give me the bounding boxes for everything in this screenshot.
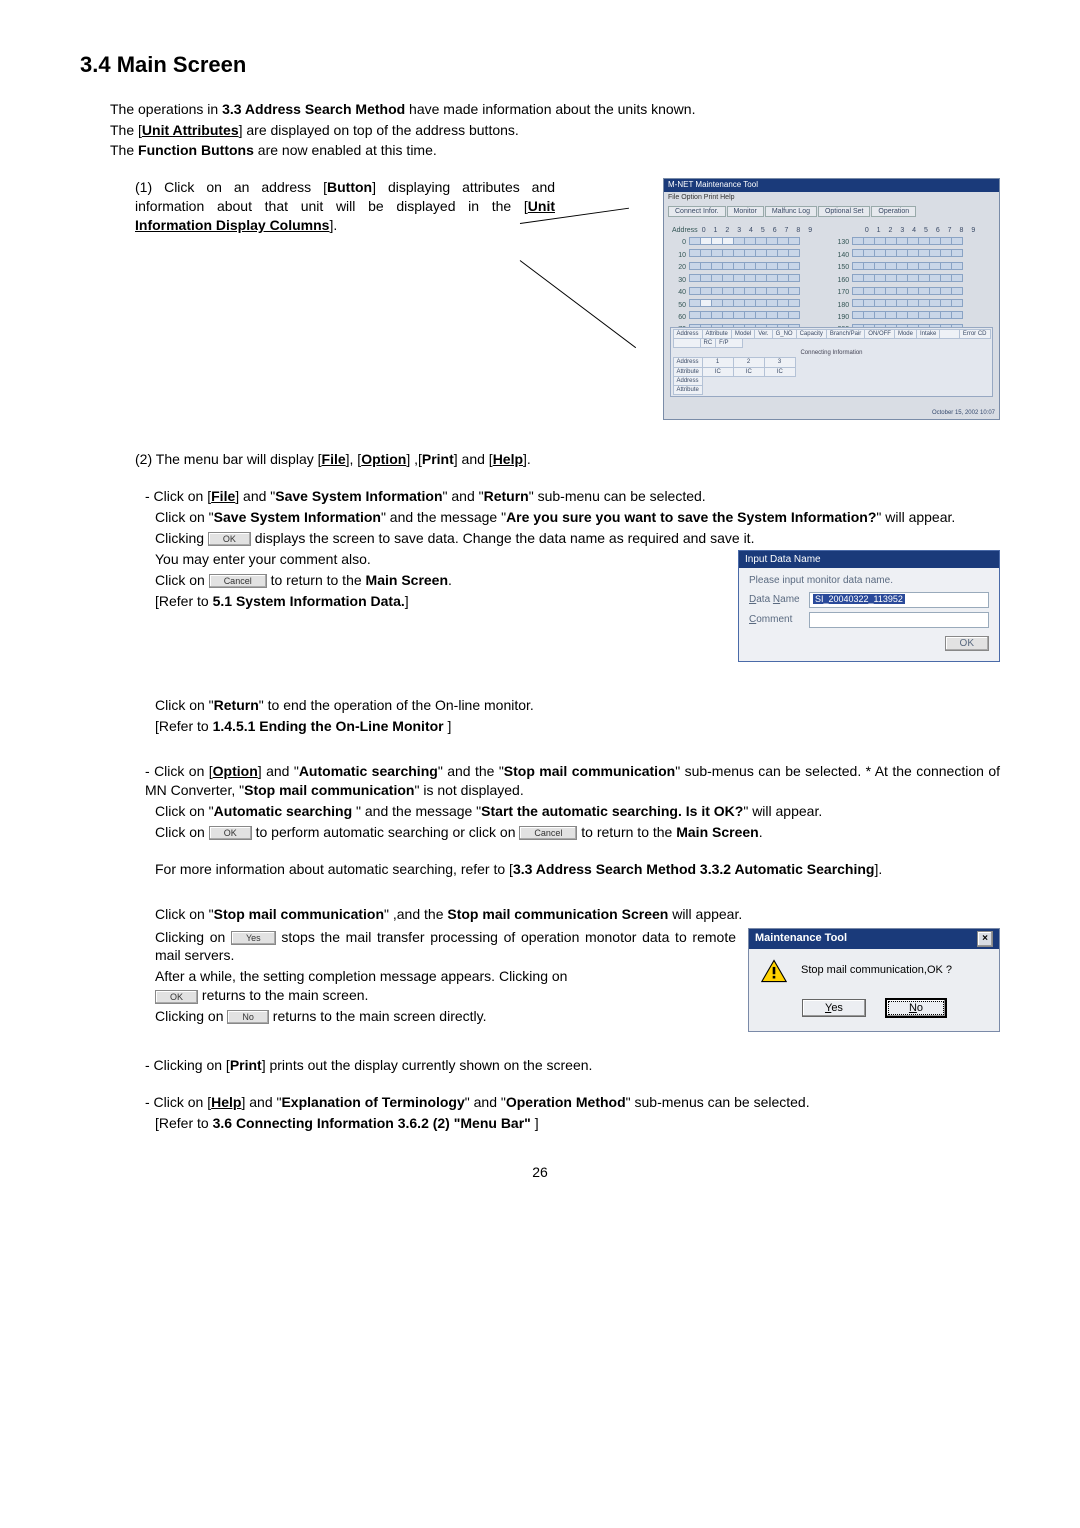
no-button-inline[interactable]: No <box>227 1010 269 1024</box>
app-menubar: File Option Print Help <box>664 192 999 203</box>
input-data-name-dialog: Input Data Name Please input monitor dat… <box>738 550 1000 663</box>
page-heading: 3.4 Main Screen <box>80 50 1000 80</box>
tab-optional[interactable]: Optional Set <box>818 206 871 217</box>
item-1: (1) Click on an address [Button] display… <box>135 178 555 235</box>
no-button[interactable]: No <box>886 999 946 1018</box>
comment-field[interactable] <box>809 612 989 628</box>
option-block: - Click on [Option] and "Automatic searc… <box>155 762 1000 878</box>
tab-operation[interactable]: Operation <box>871 206 916 217</box>
dialog-ok-button[interactable]: OK <box>945 636 989 652</box>
tab-connect[interactable]: Connect Infor. <box>668 206 726 217</box>
dialog-prompt: Please input monitor data name. <box>749 574 989 588</box>
addr-head-right: 0 1 2 3 4 5 6 7 8 9 <box>865 227 978 234</box>
data-name-label: Data Name <box>749 593 809 607</box>
unit-info-columns: Address Attribute Model Ver. G_NO Capaci… <box>670 327 993 398</box>
ok-button-inline[interactable]: OK <box>155 990 198 1004</box>
leader-line-2 <box>520 260 636 348</box>
file-block: - Click on [File] and "Save System Infor… <box>155 487 1000 610</box>
ok-button[interactable]: OK <box>208 532 251 546</box>
return-block: Click on "Return" to end the operation o… <box>155 696 1000 736</box>
ok-button[interactable]: OK <box>209 826 252 840</box>
page-number: 26 <box>80 1163 1000 1182</box>
tab-monitor[interactable]: Monitor <box>727 206 764 217</box>
stopmail-block: Click on "Stop mail communication" ,and … <box>155 905 1000 1028</box>
cancel-button[interactable]: Cancel <box>519 826 577 840</box>
close-icon[interactable]: × <box>977 931 993 947</box>
dialog2-message: Stop mail communication,OK ? <box>801 963 952 978</box>
intro-line-2: The [Unit Attributes] are displayed on t… <box>110 121 1000 140</box>
help-block: - Click on [Help] and "Explanation of Te… <box>155 1093 1000 1133</box>
tab-malfunc[interactable]: Malfunc Log <box>765 206 817 217</box>
status-timestamp: October 15, 2002 10:07 <box>932 409 995 417</box>
yes-button-inline[interactable]: Yes <box>231 931 276 945</box>
data-name-field[interactable]: SI_20040322_113952 <box>809 592 989 608</box>
app-titlebar: M-NET Maintenance Tool <box>664 179 999 192</box>
dialog2-title: Maintenance Tool <box>755 931 847 946</box>
addr-label: Address <box>672 226 698 235</box>
addr-head-left: 0 1 2 3 4 5 6 7 8 9 <box>702 227 815 234</box>
comment-label: Comment <box>749 613 809 627</box>
intro-line-3: The Function Buttons are now enabled at … <box>110 141 1000 160</box>
warning-icon <box>761 959 787 983</box>
maintenance-tool-dialog: Maintenance Tool × Stop mail communicati… <box>748 928 1000 1033</box>
app-tabs: Connect Infor. Monitor Malfunc Log Optio… <box>664 204 999 219</box>
cancel-button[interactable]: Cancel <box>209 574 267 588</box>
item-2: (2) The menu bar will display [File], [O… <box>135 450 1000 469</box>
main-screen-screenshot: M-NET Maintenance Tool File Option Print… <box>663 178 1000 420</box>
print-block: - Clicking on [Print] prints out the dis… <box>155 1056 1000 1075</box>
intro-line-1: The operations in 3.3 Address Search Met… <box>110 100 1000 119</box>
dialog-title: Input Data Name <box>739 551 999 569</box>
yes-button[interactable]: Yes <box>802 999 866 1018</box>
